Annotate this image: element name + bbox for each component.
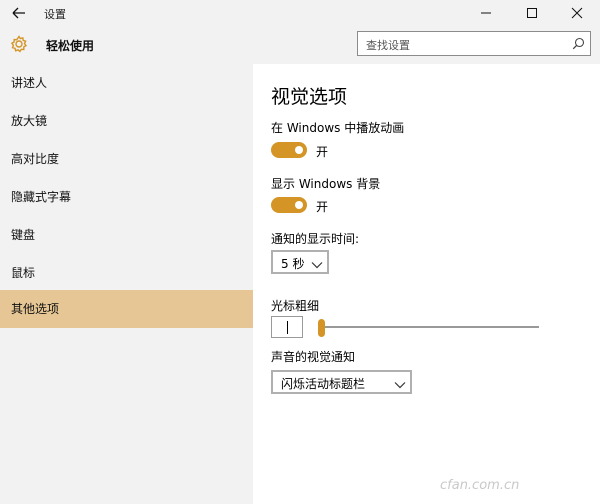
app-name: 轻松使用 [46,39,95,53]
sidebar-item-label: 隐藏式字幕 [11,190,72,204]
maximize-button[interactable] [509,0,555,26]
cursor-thickness-slider-track[interactable] [321,326,539,328]
sidebar-item-label: 讲述人 [11,76,48,90]
search-input[interactable]: 查找设置 [357,31,591,56]
animations-state: 开 [316,145,329,159]
cursor-thickness-slider-thumb[interactable] [318,319,325,337]
chevron-down-icon [394,378,406,392]
notification-time-dropdown[interactable]: 5 秒 [271,250,329,274]
animations-label: 在 Windows 中播放动画 [271,121,405,135]
gear-icon [9,34,29,54]
dropdown-value: 5 秒 [281,257,305,271]
close-button[interactable] [554,0,600,26]
dropdown-value: 闪烁活动标题栏 [281,377,366,391]
sidebar-item-label: 放大镜 [11,114,48,128]
animations-toggle[interactable] [271,142,307,158]
visual-notification-dropdown[interactable]: 闪烁活动标题栏 [271,370,412,394]
background-state: 开 [316,200,329,214]
maximize-icon [527,8,537,18]
sidebar-item-mouse[interactable]: 鼠标 [0,254,253,292]
background-label: 显示 Windows 背景 [271,177,381,191]
minimize-icon [481,12,491,14]
sidebar-item-label: 高对比度 [11,152,60,166]
app-header: 轻松使用 [0,26,253,64]
cursor-preview [271,316,303,338]
search-icon[interactable] [572,37,585,53]
toggle-knob [295,201,303,209]
text-cursor-icon [287,321,288,334]
sidebar-item-label: 其他选项 [11,302,60,316]
search-placeholder: 查找设置 [366,39,410,52]
sidebar-item-label: 键盘 [11,228,36,242]
sidebar: 轻松使用 讲述人 放大镜 高对比度 隐藏式字幕 键盘 鼠标 其他选项 [0,26,253,504]
sidebar-item-high-contrast[interactable]: 高对比度 [0,140,253,178]
sidebar-item-magnifier[interactable]: 放大镜 [0,102,253,140]
sidebar-item-keyboard[interactable]: 键盘 [0,216,253,254]
sidebar-item-other-options[interactable]: 其他选项 [0,290,253,328]
visual-notification-label: 声音的视觉通知 [271,350,356,364]
background-toggle[interactable] [271,197,307,213]
sidebar-item-label: 鼠标 [11,266,36,280]
sidebar-item-narrator[interactable]: 讲述人 [0,64,253,102]
close-icon [571,7,583,19]
window-title: 设置 [44,8,66,21]
watermark: cfan.com.cn [440,478,520,493]
notification-time-label: 通知的显示时间: [271,232,360,246]
sidebar-item-closed-captions[interactable]: 隐藏式字幕 [0,178,253,216]
title-bar: 设置 [0,0,600,26]
cursor-thickness-label: 光标粗细 [271,299,320,313]
back-arrow-icon[interactable] [10,4,28,22]
toggle-knob [295,146,303,154]
minimize-button[interactable] [463,0,509,26]
chevron-down-icon [311,258,323,272]
page-title: 视觉选项 [271,86,348,108]
